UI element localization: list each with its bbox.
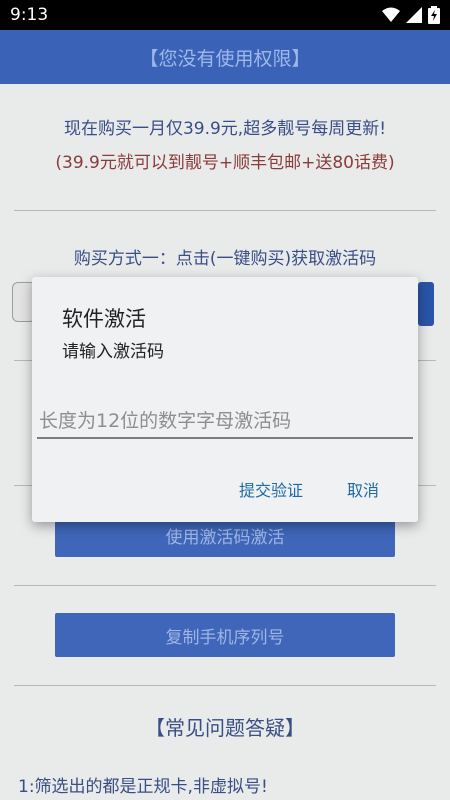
wifi-icon (382, 7, 400, 22)
activation-code-input[interactable] (37, 405, 413, 439)
page-title: 【您没有使用权限】 (139, 47, 311, 70)
promo-line-1: 现在购买一月仅39.9元,超多靓号每周更新! (63, 119, 387, 139)
battery-icon (428, 6, 440, 24)
purchase-method-1: 购买方式一：点击(一键购买)获取激活码 (73, 249, 377, 269)
divider (14, 685, 436, 686)
promo-line-2: (39.9元就可以到靓号+顺丰包邮+送80话费) (55, 153, 395, 173)
divider (14, 585, 436, 586)
copy-serial-button[interactable]: 复制手机序列号 (55, 613, 395, 657)
status-bar: 9:13 (0, 0, 450, 30)
activation-dialog: 软件激活 请输入激活码 提交验证 取消 (32, 277, 418, 522)
signal-icon (406, 7, 422, 23)
cancel-button[interactable]: 取消 (347, 477, 379, 501)
submit-button[interactable]: 提交验证 (239, 477, 303, 501)
status-time: 9:13 (10, 5, 49, 25)
dialog-title: 软件激活 (62, 307, 146, 331)
divider (14, 210, 436, 211)
header-bar: 【您没有使用权限】 (0, 30, 450, 84)
buy-button-edge[interactable] (418, 282, 434, 326)
status-icons (382, 6, 440, 24)
faq-title: 【常见问题答疑】 (145, 716, 305, 740)
faq-item: 1:筛选出的都是正规卡,非虚拟号! (18, 777, 268, 797)
dialog-message: 请输入激活码 (62, 342, 164, 362)
